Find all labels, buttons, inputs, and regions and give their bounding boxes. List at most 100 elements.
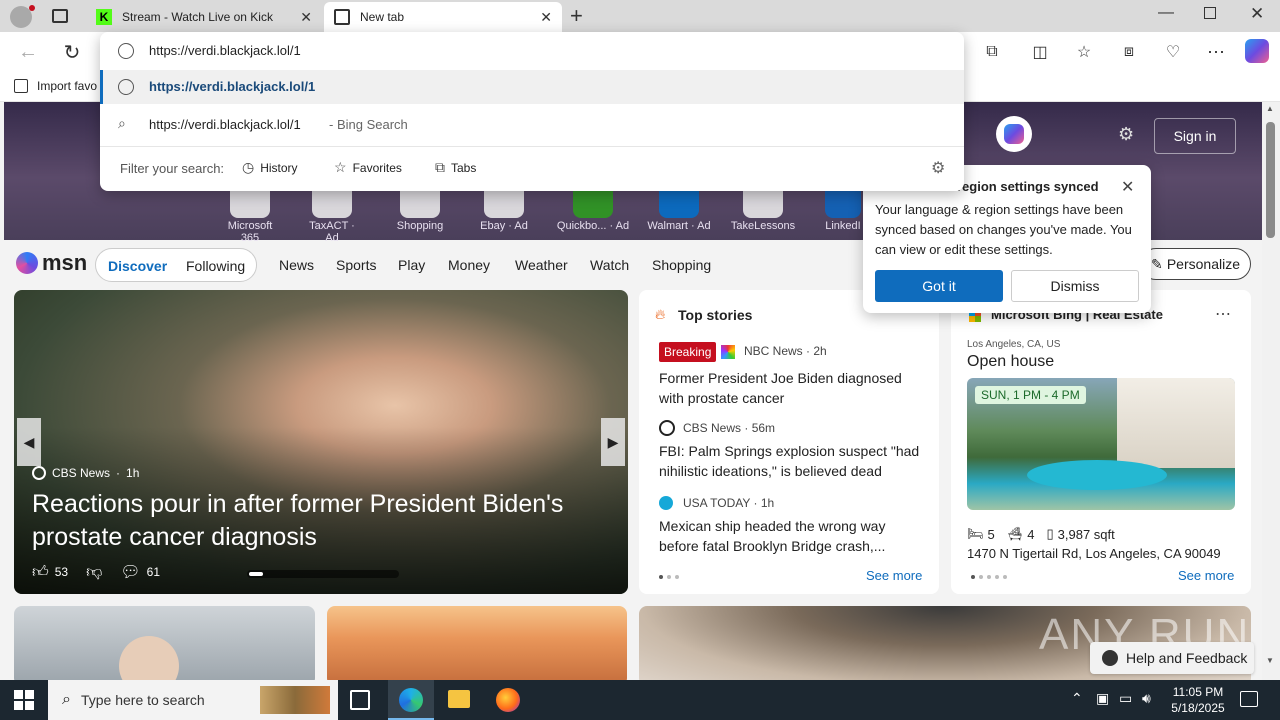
see-more-link[interactable]: See more (1178, 568, 1234, 583)
windows-start-icon[interactable] (14, 690, 34, 710)
globe-icon (118, 79, 134, 95)
volume-icon[interactable]: 🔊︎ (1142, 690, 1151, 707)
taskbar-search-box[interactable]: ⌕ Type here to search (48, 680, 338, 720)
filter-tabs-button[interactable]: ⧉ Tabs (435, 159, 476, 176)
search-icon: ⌕ (62, 691, 71, 708)
filter-history-button[interactable]: ◷ History (242, 159, 298, 176)
open-house-tag: SUN, 1 PM - 4 PM (975, 386, 1086, 404)
favorites-icon[interactable]: ☆ (1072, 40, 1096, 64)
story-headline[interactable]: Former President Joe Biden diagnosed wit… (659, 368, 924, 408)
following-tab[interactable]: Following (186, 258, 245, 274)
dislike-icon[interactable]: 👎︎ (86, 563, 102, 582)
nav-money[interactable]: Money (448, 257, 490, 273)
scrollbar-thumb[interactable] (1266, 122, 1275, 238)
page-scrollbar[interactable]: ▲ ▼ (1262, 102, 1280, 680)
minimize-button[interactable]: — (1158, 4, 1174, 22)
filter-label: Filter your search: (120, 161, 225, 176)
filter-favorites-button[interactable]: ☆ Favorites (334, 159, 402, 176)
scroll-up-icon[interactable]: ▲ (1266, 104, 1274, 113)
notifications-icon[interactable] (1240, 691, 1258, 707)
pager-dots (971, 575, 1007, 579)
carousel-indicator (247, 570, 399, 578)
collections-icon[interactable]: ⧈ (1117, 40, 1141, 64)
msn-logo[interactable]: msn (16, 250, 87, 276)
page-settings-icon[interactable]: ⚙ (1118, 124, 1134, 145)
browser-essentials-icon[interactable]: ♡ (1161, 40, 1185, 64)
nav-shopping[interactable]: Shopping (652, 257, 711, 273)
story-headline[interactable]: FBI: Palm Springs explosion suspect "had… (659, 441, 929, 481)
tab-title: Stream - Watch Live on Kick (122, 10, 273, 24)
back-arrow-icon[interactable]: ← (16, 40, 40, 64)
help-feedback-button[interactable]: Help and Feedback (1090, 642, 1254, 674)
lead-headline[interactable]: Reactions pour in after former President… (32, 488, 592, 554)
close-tab-icon[interactable]: ✕ (300, 9, 312, 26)
nav-sports[interactable]: Sports (336, 257, 376, 273)
network-icon[interactable]: ▣ (1096, 690, 1109, 707)
clock[interactable]: 11:05 PM 5/18/2025 (1162, 684, 1234, 716)
house-specs: 🛏︎ 5 🛁︎ 4 ▯ 3,987 sqft (967, 526, 1115, 542)
close-tab-icon[interactable]: ✕ (540, 9, 552, 26)
edge-icon (399, 688, 423, 712)
new-tab-button[interactable]: + (570, 3, 583, 29)
comment-icon[interactable]: 💬︎ (120, 562, 140, 582)
house-address[interactable]: 1470 N Tigertail Rd, Los Angeles, CA 900… (967, 546, 1221, 561)
split-screen-icon[interactable]: ◫ (1028, 40, 1052, 64)
close-window-button[interactable]: ✕ (1250, 4, 1264, 24)
pool-shape (1027, 460, 1167, 490)
gear-icon[interactable]: ⚙ (931, 158, 945, 178)
copilot-icon[interactable] (1245, 39, 1269, 63)
copilot-button[interactable] (996, 116, 1032, 152)
chevron-up-icon[interactable]: ⌃ (1071, 690, 1083, 707)
tab-new-tab[interactable]: New tab ✕ (324, 2, 562, 32)
dismiss-button[interactable]: Dismiss (1011, 270, 1139, 302)
carousel-next-button[interactable]: ▶ (601, 418, 625, 466)
file-explorer-icon[interactable] (448, 690, 470, 708)
scroll-down-icon[interactable]: ▼ (1266, 656, 1274, 665)
card-title: Open house (967, 353, 1055, 370)
monitor-icon[interactable]: ▭ (1119, 690, 1132, 707)
suggestion-search[interactable]: ⌕ https://verdi.blackjack.lol/1 - Bing S… (100, 106, 964, 142)
close-icon[interactable]: ✕ (1121, 177, 1134, 197)
carousel-prev-button[interactable]: ◀ (17, 418, 41, 466)
nav-news[interactable]: News (279, 257, 314, 273)
top-stories-title: Top stories (678, 307, 753, 323)
story-source: NBC News · 2h (744, 344, 827, 358)
flame-icon: 🔥︎ (655, 306, 666, 322)
personalize-button[interactable]: ✎ Personalize (1140, 248, 1251, 280)
lead-story-card[interactable]: ◀ ▶ CBS News · 1h Reactions pour in after … (14, 290, 628, 594)
settings-more-icon[interactable]: ⋯ (1204, 40, 1228, 64)
story-thumbnail[interactable] (14, 606, 315, 680)
more-options-icon[interactable]: ⋯ (1215, 304, 1231, 324)
story-thumbnail[interactable] (327, 606, 627, 680)
import-favorites-link[interactable]: Import favo (37, 79, 97, 93)
sign-in-button[interactable]: Sign in (1154, 118, 1236, 154)
tab-actions-icon[interactable] (52, 9, 68, 23)
quick-link-microsoft365[interactable]: Microsoft 365 (220, 182, 280, 244)
nav-watch[interactable]: Watch (590, 257, 629, 273)
lead-source: CBS News · 1h (32, 466, 139, 480)
quick-link-taxact[interactable]: TaxACT · Ad (302, 182, 362, 244)
discover-tab[interactable]: Discover (108, 258, 167, 274)
tab-kick[interactable]: K Stream - Watch Live on Kick ✕ (86, 2, 322, 32)
taskbar-edge-button[interactable] (388, 680, 434, 720)
real-estate-card: Microsoft Bing | Real Estate ⋯ Los Angel… (951, 290, 1251, 594)
like-icon[interactable]: 👍︎ (32, 563, 49, 582)
story-headline[interactable]: Mexican ship headed the wrong way before… (659, 516, 929, 556)
history-icon: ◷ (242, 159, 255, 175)
nav-weather[interactable]: Weather (515, 257, 568, 273)
got-it-button[interactable]: Got it (875, 270, 1003, 302)
extensions-icon[interactable]: ⧉ (980, 40, 1004, 64)
address-bar[interactable]: https://verdi.blackjack.lol/1 (100, 32, 964, 70)
nav-play[interactable]: Play (398, 257, 425, 273)
see-more-link[interactable]: See more (866, 568, 922, 583)
story-source: USA TODAY · 1h (683, 496, 775, 510)
address-input[interactable]: https://verdi.blackjack.lol/1 (149, 43, 301, 58)
firefox-icon[interactable] (496, 688, 520, 712)
suggestion-url[interactable]: https://verdi.blackjack.lol/1 (100, 70, 964, 104)
task-view-icon[interactable] (350, 690, 370, 710)
refresh-icon[interactable]: ↻ (60, 40, 84, 64)
story-source: CBS News · 56m (683, 421, 776, 435)
house-photo[interactable]: SUN, 1 PM - 4 PM (967, 378, 1235, 510)
tab-title: New tab (360, 10, 405, 24)
restore-button[interactable] (1204, 7, 1216, 19)
